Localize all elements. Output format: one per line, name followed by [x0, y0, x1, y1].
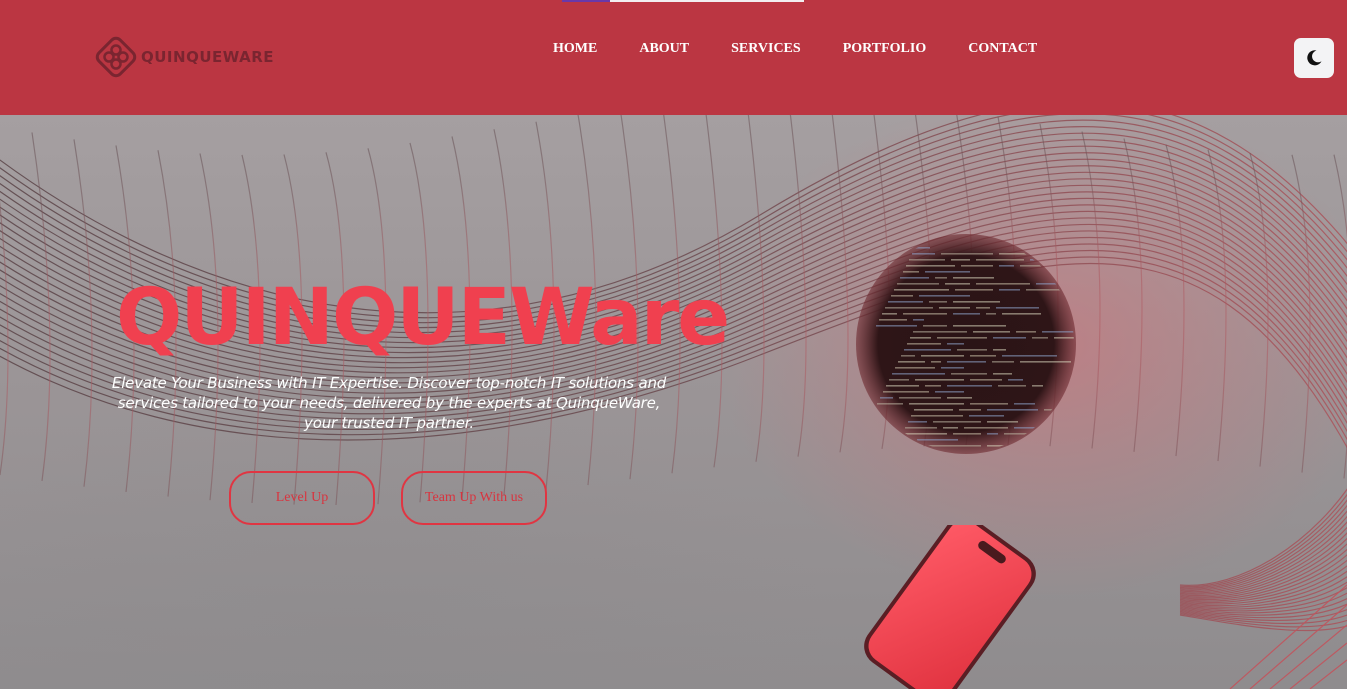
- nav-portfolio[interactable]: PORTFOLIO: [822, 40, 948, 58]
- nav-home[interactable]: HOME: [532, 40, 618, 58]
- nav-about[interactable]: ABOUT: [618, 40, 710, 58]
- hero-title: QUINQUEWare: [116, 273, 730, 363]
- brand-logo[interactable]: QUINQUEWARE: [93, 34, 274, 80]
- team-up-button[interactable]: Team Up With us: [401, 471, 547, 525]
- hero-section: QUINQUEWare Elevate Your Business with I…: [0, 115, 1347, 689]
- moon-icon: [1307, 50, 1322, 66]
- code-sphere-icon: [855, 233, 1077, 460]
- theme-toggle-button[interactable]: [1294, 38, 1334, 78]
- nav-contact[interactable]: CONTACT: [947, 40, 1058, 58]
- navbar: QUINQUEWARE HOME ABOUT SERVICES PORTFOLI…: [0, 0, 1347, 115]
- hero-description: Elevate Your Business with IT Expertise.…: [111, 374, 667, 432]
- brand-name: QUINQUEWARE: [141, 48, 275, 66]
- scroll-progress-bar: [562, 0, 804, 2]
- smartphone-icon: [835, 516, 1065, 689]
- main-nav: HOME ABOUT SERVICES PORTFOLIO CONTACT: [532, 40, 1058, 58]
- scroll-progress-fill: [562, 0, 611, 2]
- level-up-button[interactable]: Level Up: [229, 471, 375, 525]
- nav-services[interactable]: SERVICES: [710, 40, 822, 58]
- quinqueware-logo-icon: [95, 36, 137, 78]
